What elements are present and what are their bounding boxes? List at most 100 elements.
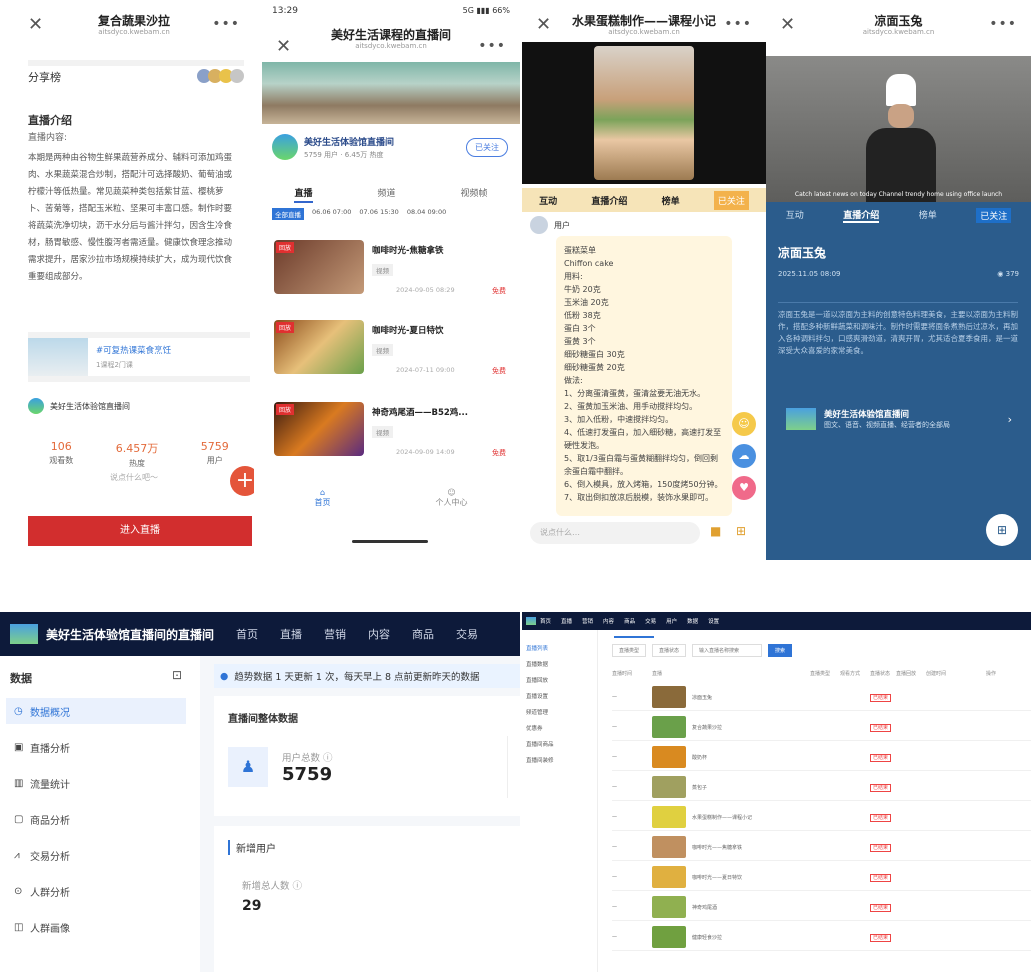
follow-button[interactable]: 已关注 [466,138,508,157]
sidebar: 数据 ⊡ ◷ 数据概况 ▣ 直播分析 ▥ 流量统计 ▢ 商品分析 ⩘ 交易分析 ⊙ 人群分析… [0,656,200,972]
tab-video[interactable]: 视频帧 [460,186,487,203]
sidebar-item[interactable]: 直播回放 [526,676,548,684]
table-row[interactable]: — 健康轻食沙拉 已结束 [612,924,1031,951]
nav-item[interactable]: 内容 [603,617,614,625]
follow-button[interactable]: 已关注 [713,190,749,210]
live-tabs: 互动 直播介绍 榜单 已关注 [766,208,1031,223]
follow-button[interactable]: 已关注 [976,208,1012,223]
sidebar-item-persona[interactable]: ◫ 人群画像 [6,914,186,940]
sidebar-item-products[interactable]: ▢ 商品分析 [6,806,186,832]
nav-item[interactable]: 数据 [687,617,698,625]
row-time: — [612,904,617,910]
tab-channel[interactable]: 频道 [377,186,395,203]
more-icon[interactable]: ••• [478,38,506,54]
item-fee: 免费 [492,287,506,295]
nav-item[interactable]: 首页 [236,628,258,641]
comment-placeholder[interactable]: 说点什么吧～ [14,472,254,483]
more-icon[interactable]: ••• [212,16,240,32]
item-tag: 视频 [372,426,393,438]
channel-logo [786,408,816,430]
enter-live-button[interactable]: 进入直播 [28,516,252,546]
heart-icon[interactable]: ♥ [732,476,756,500]
collapse-icon[interactable]: ⊡ [172,668,182,682]
sidebar-item[interactable]: 直播间商品 [526,740,554,748]
tab-interact[interactable]: 互动 [539,194,557,207]
table-row[interactable]: — 水果蛋糕制作——课程小记 已结束 [612,804,1031,831]
nav-item[interactable]: 交易 [645,617,656,625]
sidebar-item-live-analysis[interactable]: ▣ 直播分析 [6,734,186,760]
tab-live[interactable]: 直播 [294,186,313,203]
more-icon[interactable]: ••• [989,16,1017,32]
tab-intro[interactable]: 直播介绍 [591,194,627,207]
room-row[interactable]: 美好生活体验馆直播间 [28,398,130,414]
sidebar-item[interactable]: 直播设置 [526,692,548,700]
sidebar-item[interactable]: 优惠券 [526,724,543,732]
row-title: 健康轻食沙拉 [692,934,723,941]
nav-item[interactable]: 直播 [561,617,572,625]
sidebar-item-traffic[interactable]: ▥ 流量统计 [6,770,186,796]
sidebar-item[interactable]: 直播间装修 [526,756,554,764]
nav-item[interactable]: 首页 [540,617,551,625]
video-player[interactable]: Catch latest news on today Channel trend… [766,56,1031,202]
cloud-icon[interactable]: ☁ [732,444,756,468]
grid-icon[interactable]: ⊞ [736,524,746,538]
tab-interact[interactable]: 互动 [786,208,804,223]
more-icon[interactable]: ••• [724,16,752,32]
list-item[interactable]: 回放 神奇鸡尾酒——B52鸡... 视频 2024-09-09 14:09 免费 [274,402,510,460]
table-row[interactable]: — 酸奶杯 已结束 [612,744,1031,771]
list-item[interactable]: 回放 咖啡时光-焦糖拿铁 视频 2024-09-05 08:29 免费 [274,240,510,298]
nav-item[interactable]: 交易 [456,628,478,641]
sidebar-item-trade[interactable]: ⩘ 交易分析 [6,842,186,868]
nav-item[interactable]: 内容 [368,628,390,641]
course-card[interactable]: #可复热课菜食烹饪 1课程2门课 [28,332,250,382]
table-row[interactable]: — 神奇鸡尾酒 已结束 [612,894,1031,921]
app-title: 美好生活体验馆直播间的直播间 [46,627,215,642]
chat-input[interactable]: 说点什么… [530,522,700,544]
sidebar-item[interactable]: 直播列表 [526,644,548,652]
search-input[interactable]: 输入直播名称搜索 [692,644,763,657]
sidebar-item-overview[interactable]: ◷ 数据概况 [6,698,186,724]
gift-box-icon[interactable]: ■ [710,524,721,538]
status-filter[interactable]: 直播状态 [652,644,687,657]
table-row[interactable]: — 凉面玉兔 已结束 [612,684,1031,711]
tab-ranking[interactable]: 榜单 [662,194,680,207]
table-row[interactable]: — 复合蔬果沙拉 已结束 [612,714,1031,741]
active-subtab[interactable] [614,632,654,638]
share-ranking-row[interactable]: 分享榜 [28,60,244,88]
video-player[interactable] [522,42,766,184]
search-button[interactable]: 搜索 [768,644,793,657]
sidebar-item-crowd[interactable]: ⊙ 人群分析 [6,878,186,904]
tab-ranking[interactable]: 榜单 [919,208,937,223]
date-chip[interactable]: 全部直播 [272,208,304,220]
nav-item[interactable]: 营销 [324,628,346,641]
tab-intro[interactable]: 直播介绍 [843,208,880,223]
status-icons: 5G ▮▮▮ 66% [462,6,510,15]
nav-home[interactable]: ⌂ 首页 [315,488,331,508]
menu-fab[interactable]: ⊞ [986,514,1018,546]
gift-icon[interactable]: ☺ [732,412,756,436]
add-button[interactable]: + [230,466,254,496]
nav-item[interactable]: 设置 [708,617,719,625]
nav-item[interactable]: 营销 [582,617,593,625]
row-status: 已结束 [870,933,892,942]
nav-item[interactable]: 用户 [666,617,677,625]
sidebar-item[interactable]: 频道管理 [526,708,548,716]
table-row[interactable]: — 蒸包子 已结束 [612,774,1031,801]
nav-item[interactable]: 直播 [280,628,302,641]
sidebar-item[interactable]: 直播数据 [526,660,548,668]
date-chip[interactable]: 08.04 09:00 [407,208,446,220]
table-row[interactable]: — 咖啡时光——夏日特饮 已结束 [612,864,1031,891]
type-filter[interactable]: 直播类型 [612,644,647,657]
status-time: 13:29 [272,6,298,16]
table-row[interactable]: — 咖啡时光——焦糖拿铁 已结束 [612,834,1031,861]
course-thumbnail [28,338,88,376]
nav-profile[interactable]: ☺ 个人中心 [436,488,468,508]
nav-item[interactable]: 商品 [624,617,635,625]
channel-card[interactable]: 美好生活体验馆直播间 图文、语音、视频直播、经营者的全部局 › [778,396,1018,442]
date-chip[interactable]: 07.06 15:30 [359,208,398,220]
row-status: 已结束 [870,753,892,762]
nav-item[interactable]: 商品 [412,628,434,641]
chevron-right-icon: › [1007,412,1012,426]
list-item[interactable]: 回放 咖啡时光-夏日特饮 视频 2024-07-11 09:00 免费 [274,320,510,378]
date-chip[interactable]: 06.06 07:00 [312,208,351,220]
